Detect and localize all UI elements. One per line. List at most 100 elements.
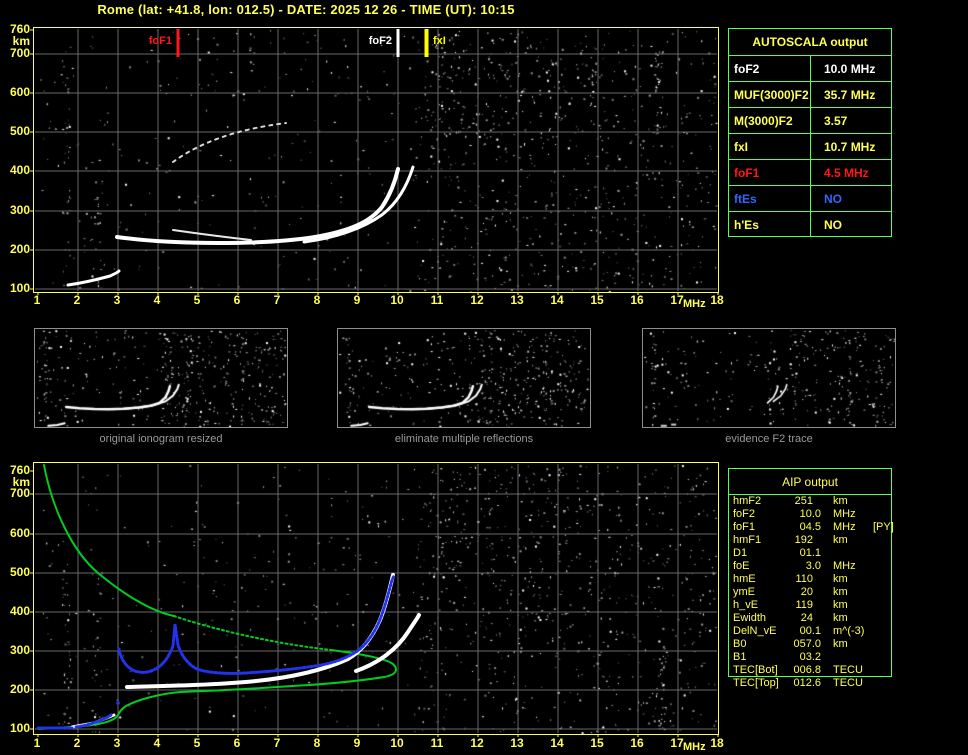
aip-row: foF2 10.0 MHz	[728, 508, 892, 521]
parameter-name: TEC[Bot]	[733, 664, 778, 676]
x-axis-label: 6	[233, 736, 241, 750]
parameter-value: 251	[794, 495, 813, 507]
f1-ledge-trace	[172, 229, 252, 241]
parameter-unit: m^(-3)	[833, 625, 865, 637]
parameter-unit: TECU	[833, 677, 863, 689]
parameter-name: foF2	[729, 56, 811, 81]
aip-row: foE 3.0 MHz	[728, 560, 892, 573]
second-hop-echo-trace	[172, 122, 287, 163]
x-axis-label: 13	[510, 736, 524, 750]
y-axis-label: 700	[9, 46, 30, 60]
parameter-name: B0	[733, 638, 747, 650]
x-axis-label: 11	[430, 293, 444, 307]
parameter-note	[873, 586, 892, 599]
profile-and-traces	[36, 464, 421, 730]
y-axis-label: 100	[9, 721, 30, 735]
thumbnail-image	[338, 329, 590, 427]
parameter-name: hmE	[733, 573, 756, 585]
x-axis-label: 10	[390, 293, 404, 307]
thumbnail-caption: eliminate multiple reflections	[394, 433, 534, 445]
parameter-note	[873, 547, 892, 560]
autoscala-row: M(3000)F2 3.57	[729, 108, 891, 134]
observed-f-ordinary-trace	[125, 573, 395, 689]
f-ordinary-echo-trace	[115, 167, 400, 245]
synthesized-trace-f	[117, 574, 396, 675]
y-axis-unit-label: km	[12, 34, 30, 48]
autoscala-row: h'Es NO	[729, 212, 891, 237]
y-axis-label: 100	[9, 281, 30, 295]
thumbnail-caption: original ionogram resized	[99, 433, 223, 445]
bottom-ionogram-traces	[30, 464, 719, 737]
parameter-name: hmF2	[733, 495, 762, 507]
parameter-value: 119	[795, 599, 813, 611]
parameter-unit: km	[833, 612, 848, 624]
x-axis-label: 9	[353, 736, 361, 750]
parameter-value: 012.6	[793, 677, 821, 689]
aip-row: DelN_vE 00.1 m^(-3)	[728, 625, 892, 638]
parameter-note	[873, 651, 892, 664]
parameter-value: 03.2	[799, 651, 821, 663]
x-axis-label: 1	[33, 736, 41, 750]
autoscala-window: Rome (lat: +41.8, lon: 012.5) - DATE: 20…	[0, 0, 968, 755]
x-axis-label: 18	[710, 293, 724, 307]
parameter-name: h_vE	[733, 599, 759, 611]
parameter-value: 10.0 MHz	[824, 61, 876, 76]
parameter-name: MUF(3000)F2	[729, 82, 811, 107]
aip-row: hmF2 251 km	[728, 495, 892, 508]
x-axis-label: 16	[630, 293, 644, 307]
parameter-note	[873, 495, 892, 508]
y-axis-label: 500	[9, 565, 30, 579]
aip-row: TEC[Top] 012.6 TECU	[728, 677, 892, 690]
parameter-value: 35.7 MHz	[824, 87, 876, 102]
autoscala-row: MUF(3000)F2 35.7 MHz	[729, 82, 891, 108]
parameter-note	[873, 560, 892, 573]
x-axis-label: 6	[233, 293, 241, 307]
y-axis-label: 300	[9, 643, 30, 657]
parameter-value: 01.1	[799, 547, 821, 559]
parameter-value: 10.0	[799, 508, 821, 520]
e-layer-echo-trace	[66, 269, 121, 287]
x-axis-label: 14	[550, 293, 564, 307]
parameter-value: 24	[800, 612, 813, 624]
x-axis-label: 14	[550, 736, 564, 750]
y-axis-label: 400	[9, 604, 30, 618]
foF2-marker-label: foF2	[368, 35, 392, 47]
aip-table-title: AIP output	[729, 469, 891, 495]
parameter-note	[873, 612, 892, 625]
x-axis-label: 5	[193, 293, 201, 307]
x-axis-label: 15	[590, 736, 604, 750]
parameter-name: foF1	[733, 521, 756, 533]
parameter-value: 04.5	[799, 521, 821, 533]
thumbnail-panel: eliminate multiple reflections	[337, 328, 591, 445]
thumbnail-image	[35, 329, 287, 427]
parameter-name: ymE	[733, 586, 755, 598]
y-axis-unit-label: km	[12, 475, 30, 489]
x-axis-label: 4	[153, 293, 161, 307]
fxI-marker-line	[424, 29, 429, 57]
autoscala-table-rows: foF2 10.0 MHz MUF(3000)F2 35.7 MHz M(3000)F2…	[729, 56, 891, 237]
aip-row: B0 057.0 km	[728, 638, 892, 651]
x-axis-label: 13	[510, 293, 524, 307]
parameter-unit: km	[833, 573, 848, 585]
thumbnail-caption: evidence F2 trace	[725, 433, 813, 445]
parameter-name: DelN_vE	[733, 625, 777, 637]
title-bar: Rome (lat: +41.8, lon: 012.5) - DATE: 20…	[97, 2, 515, 17]
parameter-name: M(3000)F2	[729, 108, 811, 133]
grid-lines	[30, 29, 719, 295]
aip-row: D1 01.1	[728, 547, 892, 560]
parameter-note	[873, 638, 892, 651]
parameter-value: 192	[794, 534, 813, 546]
y-axis-label: 300	[9, 203, 30, 217]
synthesized-foe-asymptote-point	[116, 701, 120, 705]
x-axis-label: 4	[153, 736, 161, 750]
echo-traces	[66, 122, 415, 287]
parameter-unit: km	[833, 599, 848, 611]
